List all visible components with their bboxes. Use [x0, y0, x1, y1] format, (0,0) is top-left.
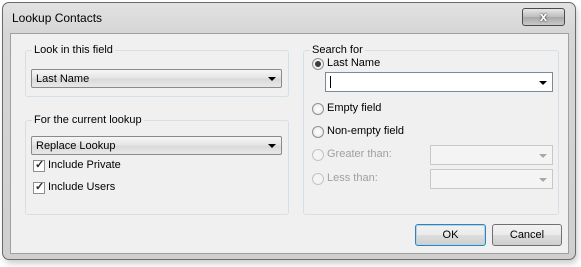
dialog-body: Look in this field Last Name For the cur… [10, 33, 569, 254]
radio-empty-field-label[interactable]: Empty field [327, 102, 381, 114]
include-private-checkbox[interactable]: ✓ [33, 159, 45, 172]
include-users-label[interactable]: Include Users [48, 181, 115, 193]
radio-less-than [312, 173, 324, 185]
search-for-label: Search for [310, 44, 365, 56]
search-for-group: Search for Last Name Empty field Non-emp… [303, 44, 559, 215]
ok-button[interactable]: OK [415, 224, 486, 246]
include-users-checkbox[interactable]: ✓ [33, 181, 45, 194]
look-in-label: Look in this field [32, 44, 115, 56]
look-in-value: Last Name [36, 73, 90, 85]
current-lookup-value: Replace Lookup [36, 140, 116, 152]
radio-last-name[interactable] [312, 58, 324, 70]
lookup-contacts-dialog: Lookup Contacts x Look in this field Las… [2, 2, 576, 260]
text-caret [330, 76, 331, 88]
close-icon: x [539, 9, 548, 24]
chevron-down-icon [539, 154, 547, 158]
current-lookup-dropdown[interactable]: Replace Lookup [31, 136, 282, 155]
radio-non-empty-field[interactable] [312, 126, 324, 138]
look-in-dropdown[interactable]: Last Name [31, 69, 282, 88]
chevron-down-icon [268, 144, 276, 148]
radio-non-empty-field-label[interactable]: Non-empty field [327, 125, 404, 137]
checkmark-icon: ✓ [35, 159, 45, 171]
chevron-down-icon [539, 178, 547, 182]
current-lookup-group: For the current lookup Replace Lookup ✓ … [25, 114, 289, 215]
current-lookup-label: For the current lookup [32, 114, 144, 126]
radio-last-name-label[interactable]: Last Name [327, 57, 380, 69]
less-than-dropdown [430, 169, 553, 189]
checkmark-icon: ✓ [35, 181, 45, 193]
greater-than-dropdown [430, 145, 553, 165]
radio-less-than-label: Less than: [327, 172, 378, 184]
chevron-down-icon [268, 77, 276, 81]
radio-greater-than [312, 149, 324, 161]
include-private-label[interactable]: Include Private [48, 159, 121, 171]
radio-empty-field[interactable] [312, 103, 324, 115]
close-button[interactable]: x [522, 8, 565, 26]
chevron-down-icon[interactable] [539, 81, 547, 85]
last-name-search-input[interactable] [325, 72, 553, 92]
dialog-title: Lookup Contacts [12, 11, 103, 25]
cancel-button[interactable]: Cancel [492, 224, 562, 246]
radio-greater-than-label: Greater than: [327, 148, 392, 160]
look-in-group: Look in this field Last Name [25, 44, 289, 97]
